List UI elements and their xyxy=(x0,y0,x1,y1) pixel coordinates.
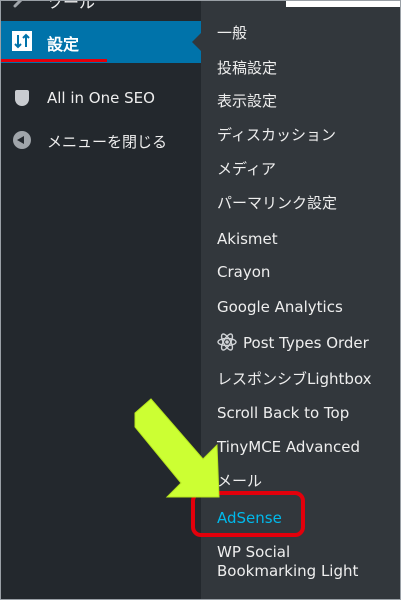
submenu-item-general[interactable]: 一般 xyxy=(217,24,247,43)
submenu-item-mail[interactable]: メール xyxy=(217,472,262,491)
sidebar-item-label: メニューを閉じる xyxy=(47,133,168,151)
admin-menu-screenshot: ツール 設定 All in One SEO メニューを閉じる 一般 投稿設定 表… xyxy=(0,0,401,600)
collapse-icon xyxy=(13,131,31,149)
page-background-strip xyxy=(286,1,400,7)
submenu-item-reading[interactable]: 表示設定 xyxy=(217,92,277,111)
submenu-item-google-analytics[interactable]: Google Analytics xyxy=(217,298,343,317)
annotation-underline xyxy=(1,59,107,62)
submenu-item-tinymce-advanced[interactable]: TinyMCE Advanced xyxy=(217,438,360,457)
submenu-item-label: Post Types Order xyxy=(243,334,369,352)
settings-icon xyxy=(12,31,32,51)
sidebar-item-collapse-menu[interactable]: メニューを閉じる xyxy=(1,123,201,159)
submenu-item-label-line2: Bookmarking Light xyxy=(217,562,359,580)
sidebar-item-all-in-one-seo[interactable]: All in One SEO xyxy=(1,81,201,117)
shield-icon xyxy=(13,89,31,107)
wrench-icon xyxy=(13,1,27,8)
submenu-item-media[interactable]: メディア xyxy=(217,160,276,179)
submenu-item-discussion[interactable]: ディスカッション xyxy=(217,126,336,145)
submenu-item-scroll-back-to-top[interactable]: Scroll Back to Top xyxy=(217,404,349,423)
sidebar-item-label: 設定 xyxy=(47,35,80,54)
current-menu-arrow xyxy=(192,33,201,51)
submenu-item-wp-social-bookmarking-light[interactable]: WP Social Bookmarking Light xyxy=(217,543,358,581)
annotation-arrow-icon xyxy=(134,398,220,498)
submenu-item-label-line1: WP Social xyxy=(217,543,291,561)
sidebar-item-settings[interactable]: 設定 xyxy=(1,21,201,63)
submenu-item-permalinks[interactable]: パーマリンク設定 xyxy=(217,194,337,213)
sidebar-item-label: ツール xyxy=(47,1,96,12)
submenu-item-akismet[interactable]: Akismet xyxy=(217,230,278,249)
atom-icon xyxy=(217,332,237,352)
submenu-item-responsive-lightbox[interactable]: レスポンシブLightbox xyxy=(217,370,372,389)
submenu-item-writing[interactable]: 投稿設定 xyxy=(217,59,277,78)
submenu-item-post-types-order[interactable]: Post Types Order xyxy=(217,332,369,353)
submenu-item-crayon[interactable]: Crayon xyxy=(217,263,270,282)
sidebar-item-tools[interactable]: ツール xyxy=(1,1,201,21)
sidebar-item-label: All in One SEO xyxy=(47,89,155,107)
